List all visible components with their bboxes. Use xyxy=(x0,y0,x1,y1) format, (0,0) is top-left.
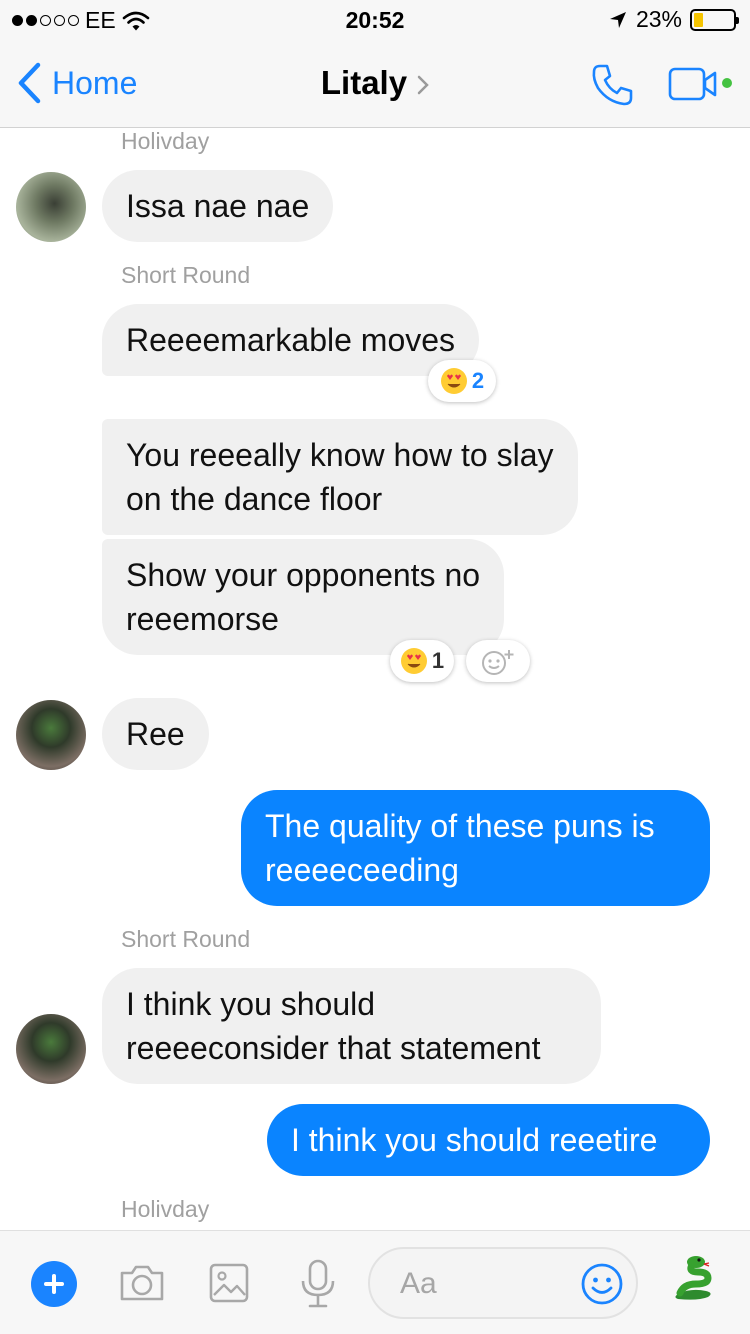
love-eyes-emoji-icon xyxy=(400,648,427,674)
reaction-badge[interactable]: 2 xyxy=(428,360,496,402)
message-list[interactable]: Holivday Issa nae nae Short Round Reeeem… xyxy=(0,128,750,1230)
plus-icon[interactable] xyxy=(31,1261,77,1307)
location-arrow-icon xyxy=(609,11,626,28)
message-text: Issa nae nae xyxy=(126,188,310,224)
battery-level xyxy=(694,12,703,27)
battery-icon xyxy=(690,8,739,31)
message-bubble[interactable]: Ree xyxy=(102,698,209,770)
message-input[interactable] xyxy=(398,1263,562,1305)
message-text-line: reeemorse xyxy=(126,601,279,637)
message-text: Ree xyxy=(126,716,185,752)
avatar[interactable] xyxy=(16,172,86,242)
avatar[interactable] xyxy=(16,700,86,770)
message-text-line: on the dance floor xyxy=(126,481,383,517)
message-bubble[interactable]: The quality of these puns is reeeeceedin… xyxy=(241,790,710,906)
conversation-title: Litaly xyxy=(320,64,408,101)
sender-name: Holivday xyxy=(121,1196,210,1222)
title-chevron-icon xyxy=(417,76,429,95)
add-reaction-icon xyxy=(482,650,514,675)
message-text-line: I think you should xyxy=(126,986,376,1022)
message-text-line: reeeeconsider that statement xyxy=(126,1030,541,1066)
reaction-badge[interactable]: 1 xyxy=(390,640,454,682)
message-bubble[interactable]: I think you should reeetire xyxy=(267,1104,710,1176)
presence-dot xyxy=(722,78,732,88)
message-text: I think you should reeetire xyxy=(291,1122,658,1158)
smiley-icon[interactable] xyxy=(580,1262,624,1306)
message-text-line: Show your opponents no xyxy=(126,557,481,593)
status-bar: EE 20:52 23% xyxy=(0,0,750,40)
sender-name: Short Round xyxy=(121,262,251,288)
nav-bar: Home Litaly xyxy=(0,40,750,128)
love-eyes-emoji-icon xyxy=(440,368,467,394)
message-bubble[interactable]: Issa nae nae xyxy=(102,170,334,242)
microphone-icon[interactable] xyxy=(299,1259,337,1311)
sender-name: Holivday xyxy=(121,128,210,154)
message-text-line: The quality of these puns is xyxy=(265,808,655,844)
message-text-line: You reeeally know how to slay xyxy=(126,437,554,473)
phone-icon[interactable] xyxy=(590,62,636,108)
composer-bar xyxy=(0,1230,750,1334)
message-bubble[interactable]: You reeeally know how to slay on the dan… xyxy=(102,419,578,535)
reaction-count: 2 xyxy=(471,368,485,393)
status-right: 23% xyxy=(608,6,739,33)
message-bubble[interactable]: Reeeemarkable moves xyxy=(102,304,480,376)
camera-icon[interactable] xyxy=(118,1259,166,1307)
message-input-container[interactable] xyxy=(368,1247,638,1319)
reaction-count: 1 xyxy=(431,648,445,673)
message-bubble[interactable]: I think you should reeeeconsider that st… xyxy=(102,968,601,1084)
snake-emoji-icon[interactable] xyxy=(670,1253,718,1305)
add-reaction-button[interactable] xyxy=(466,640,530,682)
message-text-line: reeeeceeding xyxy=(265,852,459,888)
message-bubble[interactable]: Show your opponents no reeemorse xyxy=(102,539,505,655)
image-icon[interactable] xyxy=(208,1259,252,1307)
message-text: Reeeemarkable moves xyxy=(126,322,456,358)
video-camera-icon[interactable] xyxy=(668,66,734,102)
avatar[interactable] xyxy=(16,1014,86,1084)
sender-name: Short Round xyxy=(121,926,251,952)
conversation-title-button[interactable]: Litaly xyxy=(0,64,750,102)
battery-percent: 23% xyxy=(635,6,682,32)
